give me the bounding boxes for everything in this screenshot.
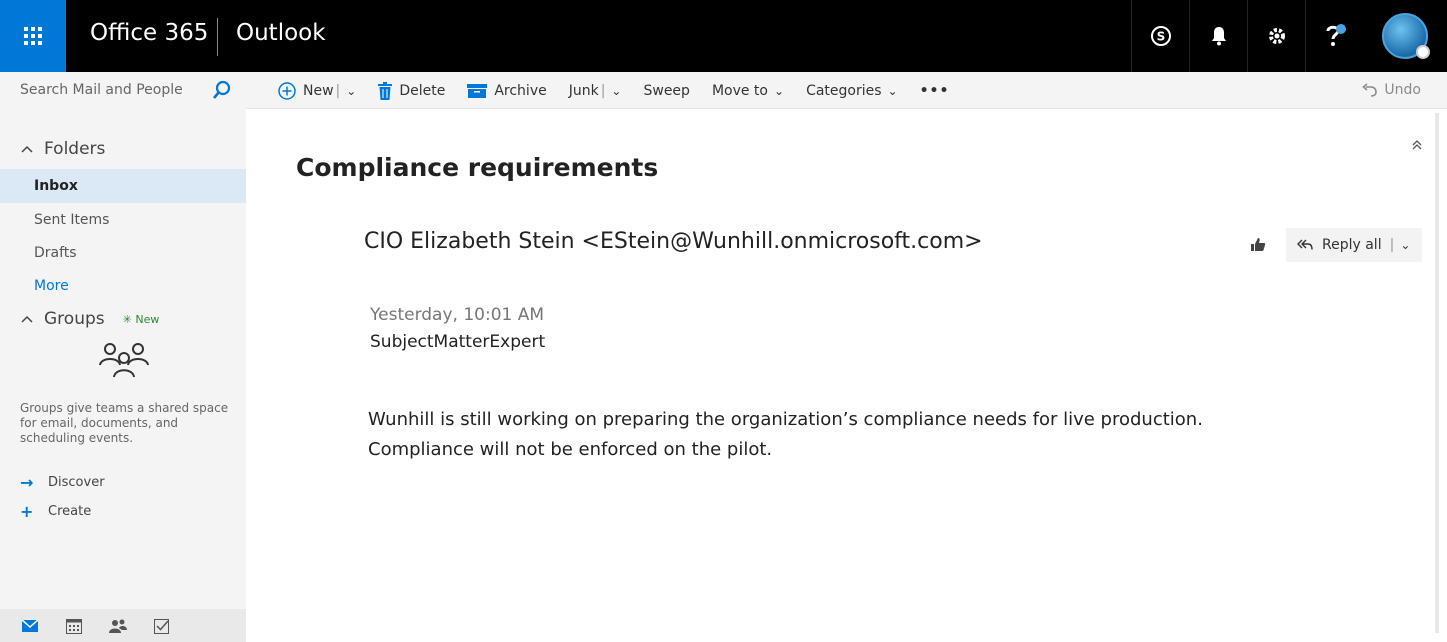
module-switcher: [0, 609, 246, 642]
sweep-button[interactable]: Sweep: [643, 83, 689, 99]
search-icon[interactable]: [212, 80, 232, 100]
groups-icon: [99, 343, 149, 378]
gear-icon: [1268, 28, 1285, 44]
new-badge: ✳ New: [122, 312, 160, 326]
command-list: New | ⌄ Delete Archive Junk | ⌄ Sweep Mo…: [278, 72, 971, 109]
create-link[interactable]: + Create: [20, 502, 91, 521]
top-bar: Office 365 Outlook S: [0, 0, 1447, 72]
settings-button[interactable]: [1247, 0, 1305, 72]
chevron-down-icon: ⌄: [887, 83, 898, 98]
categories-button[interactable]: Categories ⌄: [806, 83, 898, 99]
presence-icon: [1416, 45, 1430, 59]
folder-inbox[interactable]: Inbox: [0, 169, 246, 203]
categories-label: Categories: [806, 82, 882, 99]
task-check-icon: [154, 618, 169, 634]
reading-pane: Compliance requirements CIO Elizabeth St…: [246, 109, 1447, 642]
message-subject: Compliance requirements: [296, 153, 659, 182]
reply-all-icon: [1297, 239, 1313, 250]
more-commands-button[interactable]: •••: [920, 83, 950, 99]
help-icon: [1326, 24, 1346, 46]
ellipsis-icon: •••: [919, 82, 950, 99]
folder-drafts[interactable]: Drafts: [0, 236, 246, 270]
chevron-up-icon: [21, 315, 33, 323]
left-nav: Folders Inbox Sent Items Drafts More Gro…: [0, 109, 246, 642]
avatar: [1382, 13, 1430, 59]
reply-all-label: Reply all: [1322, 237, 1382, 253]
mail-module-button[interactable]: [20, 619, 40, 632]
people-module-button[interactable]: [108, 619, 128, 633]
archive-icon: [467, 83, 488, 98]
folder-sent-items[interactable]: Sent Items: [0, 203, 246, 237]
brand-title[interactable]: Office 365: [90, 20, 208, 46]
double-chevron-up-icon: [1412, 140, 1422, 150]
waffle-icon: [24, 27, 42, 45]
trash-icon: [378, 81, 393, 100]
svg-text:S: S: [1156, 30, 1165, 44]
tasks-module-button[interactable]: [152, 618, 172, 634]
scrollbar[interactable]: [1435, 113, 1439, 633]
chevron-up-icon: [21, 145, 33, 153]
notifications-button[interactable]: [1189, 0, 1247, 72]
top-icons: S: [1131, 0, 1447, 72]
chevron-down-icon[interactable]: ⌄: [611, 84, 621, 98]
groups-header[interactable]: Groups ✳ New: [20, 309, 159, 329]
skype-button[interactable]: S: [1131, 0, 1189, 72]
chevron-down-icon[interactable]: ⌄: [346, 84, 356, 98]
junk-label: Junk: [568, 82, 599, 99]
message-date: Yesterday, 10:01 AM: [370, 305, 545, 325]
folders-more-link[interactable]: More: [0, 269, 246, 303]
message-recipient[interactable]: SubjectMatterExpert: [370, 332, 545, 352]
arrow-right-icon: →: [20, 473, 34, 492]
command-bar: Search Mail and People New | ⌄ Delete Ar…: [0, 72, 1447, 109]
app-launcher-button[interactable]: [0, 0, 66, 72]
avatar-button[interactable]: [1363, 0, 1447, 72]
search-box[interactable]: Search Mail and People: [0, 72, 246, 109]
delete-button[interactable]: Delete: [378, 81, 446, 100]
folders-label: Folders: [44, 139, 106, 159]
discover-label: Discover: [48, 475, 105, 490]
move-to-label: Move to: [711, 82, 768, 99]
mail-icon: [22, 619, 38, 632]
like-icon[interactable]: [1250, 236, 1266, 252]
message-body: Wunhill is still working on preparing th…: [368, 409, 1203, 460]
undo-label: Undo: [1384, 82, 1421, 98]
search-input[interactable]: Search Mail and People: [20, 82, 183, 98]
move-to-button[interactable]: Move to ⌄: [712, 83, 784, 99]
help-button[interactable]: [1305, 0, 1363, 72]
divider: [217, 18, 218, 56]
plus-circle-icon: [278, 81, 296, 100]
folders-header[interactable]: Folders: [20, 139, 105, 159]
message-sender[interactable]: CIO Elizabeth Stein <EStein@Wunhill.onmi…: [364, 229, 983, 254]
discover-link[interactable]: → Discover: [20, 473, 105, 492]
split-divider: |: [335, 82, 341, 99]
split-divider: |: [600, 82, 606, 99]
chevron-down-icon: ⌄: [774, 83, 785, 98]
junk-button[interactable]: Junk | ⌄: [569, 83, 622, 99]
delete-label: Delete: [399, 82, 446, 99]
plus-icon: +: [20, 502, 34, 521]
skype-icon: S: [1150, 26, 1171, 46]
new-label: New: [303, 82, 334, 99]
groups-description: Groups give teams a shared space for ema…: [20, 401, 229, 445]
collapse-button[interactable]: [1411, 139, 1423, 155]
people-icon: [109, 619, 127, 633]
new-button[interactable]: New | ⌄: [278, 81, 356, 100]
create-label: Create: [48, 504, 92, 519]
archive-button[interactable]: Archive: [467, 82, 547, 99]
groups-label: Groups: [44, 309, 105, 329]
archive-label: Archive: [494, 82, 547, 99]
chevron-down-icon[interactable]: ⌄: [1400, 238, 1410, 252]
undo-icon: [1362, 83, 1378, 97]
bell-icon: [1211, 27, 1226, 46]
split-divider: |: [1389, 237, 1395, 253]
app-title[interactable]: Outlook: [236, 20, 326, 46]
calendar-icon: [66, 618, 82, 634]
reply-all-button[interactable]: Reply all | ⌄: [1286, 228, 1422, 262]
sweep-label: Sweep: [643, 82, 690, 99]
undo-button[interactable]: Undo: [1362, 82, 1421, 98]
new-badge-label: New: [135, 312, 160, 326]
calendar-module-button[interactable]: [64, 618, 84, 634]
